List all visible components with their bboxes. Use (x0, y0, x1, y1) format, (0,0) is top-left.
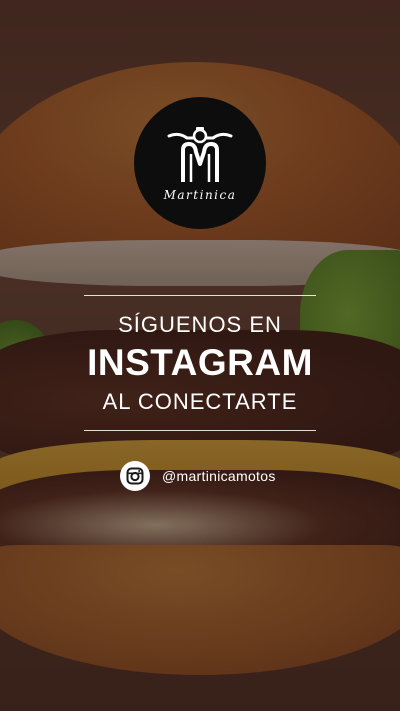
brand-name: Martinica (163, 188, 237, 202)
splash-screen: Martinica SÍGUENOS EN INSTAGRAM AL CONEC… (0, 0, 400, 711)
divider-top (84, 295, 316, 296)
cta-line-follow: SÍGUENOS EN (118, 312, 282, 337)
instagram-handle: @martinicamotos (162, 468, 276, 484)
instagram-icon (120, 461, 150, 491)
cta-line-instagram: INSTAGRAM (87, 342, 313, 383)
cta-line-connect: AL CONECTARTE (102, 389, 298, 414)
brand-logo: Martinica (134, 97, 266, 229)
motorcycle-m-icon (167, 127, 233, 182)
divider-bottom (84, 430, 316, 431)
instagram-handle-link[interactable]: @martinicamotos (120, 461, 276, 491)
